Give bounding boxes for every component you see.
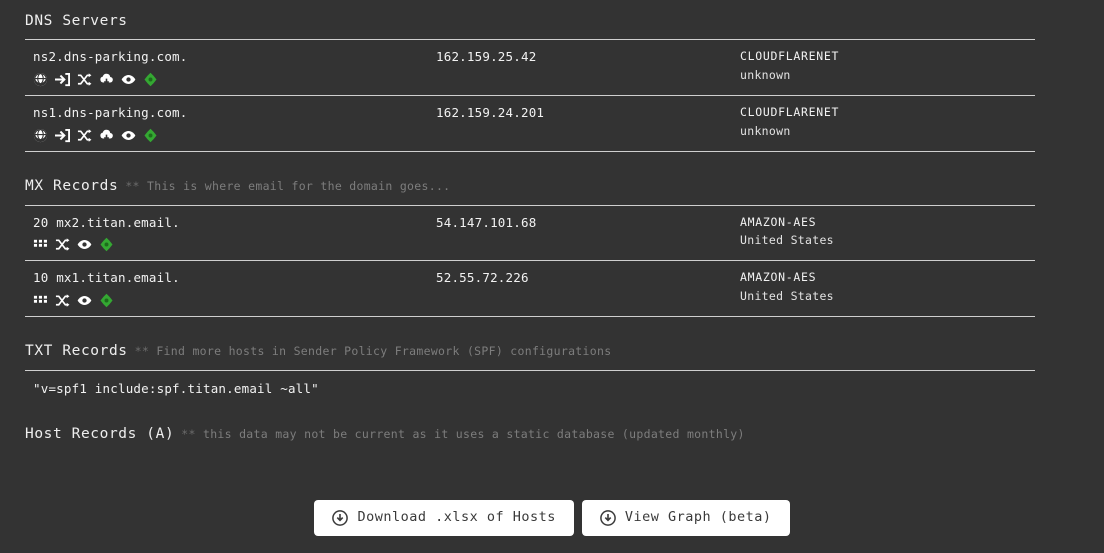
download-circle-icon bbox=[332, 510, 349, 526]
record-location: United States bbox=[740, 288, 834, 303]
txt-records-title: TXT Records bbox=[25, 343, 128, 360]
host-records-title: Host Records (A) bbox=[25, 425, 175, 442]
grid-icon[interactable] bbox=[33, 237, 48, 252]
note-stars: ** bbox=[134, 344, 150, 359]
grid-icon[interactable] bbox=[33, 293, 48, 308]
record-ip: 52.55.72.226 bbox=[436, 270, 529, 286]
globe-icon[interactable] bbox=[33, 128, 48, 143]
crosshair-diamond-icon[interactable] bbox=[99, 237, 114, 252]
txt-records-heading: TXT Records ** Find more hosts in Sender … bbox=[25, 343, 1079, 360]
host-records-heading: Host Records (A) ** this data may not be … bbox=[25, 426, 1079, 443]
eye-icon[interactable] bbox=[121, 128, 136, 143]
download-circle-icon bbox=[600, 510, 616, 526]
record-actions bbox=[33, 71, 436, 87]
record-priority: 20 bbox=[33, 214, 49, 230]
txt-record-value: "v=spf1 include:spf.titan.email ~all" bbox=[33, 380, 319, 396]
download-xlsx-label: Download .xlsx of Hosts bbox=[357, 509, 556, 526]
record-name: 20 mx2.titan.email. bbox=[33, 215, 436, 232]
crosshair-diamond-icon[interactable] bbox=[143, 128, 158, 143]
record-org: AMAZON-AES bbox=[740, 270, 817, 285]
record-org: AMAZON-AES bbox=[740, 214, 817, 229]
cloud-download-icon[interactable] bbox=[99, 128, 114, 143]
record-name-cell: 20 mx2.titan.email. bbox=[25, 215, 436, 253]
record-ip: 162.159.24.201 bbox=[436, 105, 545, 121]
record-actions bbox=[33, 236, 436, 252]
section-txt-records: TXT Records ** Find more hosts in Sender … bbox=[0, 343, 1104, 396]
record-name: ns2.dns-parking.com. bbox=[33, 49, 188, 65]
action-button-bar: Download .xlsx of Hosts View Graph (beta… bbox=[0, 500, 1104, 536]
record-org-cell: AMAZON-AES United States bbox=[740, 215, 1035, 249]
record-location: unknown bbox=[740, 67, 791, 82]
record-name: 10 mx1.titan.email. bbox=[33, 270, 436, 287]
table-row: 10 mx1.titan.email. 52.55.72.226 AMAZON-… bbox=[25, 261, 1035, 318]
dns-lookup-results-page: DNS Servers ns2.dns-parking.com. 162.159… bbox=[0, 0, 1104, 553]
record-ip: 162.159.25.42 bbox=[436, 49, 537, 65]
record-ip-cell: 162.159.24.201 bbox=[436, 105, 740, 122]
section-mx-records: MX Records ** This is where email for the… bbox=[0, 178, 1104, 318]
globe-icon[interactable] bbox=[33, 72, 48, 87]
record-host: mx2.titan.email. bbox=[56, 214, 180, 230]
table-row: ns1.dns-parking.com. 162.159.24.201 CLOU… bbox=[25, 96, 1035, 153]
dns-servers-heading: DNS Servers bbox=[25, 13, 1079, 30]
mx-records-title: MX Records bbox=[25, 178, 119, 195]
record-host: mx1.titan.email. bbox=[56, 270, 180, 286]
note-text: This is where email for the domain goes.… bbox=[147, 179, 451, 194]
eye-icon[interactable] bbox=[121, 72, 136, 87]
crosshair-diamond-icon[interactable] bbox=[143, 72, 158, 87]
record-name: ns1.dns-parking.com. bbox=[33, 105, 188, 121]
record-org-cell: AMAZON-AES United States bbox=[740, 270, 1035, 304]
eye-icon[interactable] bbox=[77, 237, 92, 252]
section-dns-servers: DNS Servers ns2.dns-parking.com. 162.159… bbox=[0, 0, 1104, 153]
record-priority: 10 bbox=[33, 270, 49, 286]
record-ip-cell: 162.159.25.42 bbox=[436, 49, 740, 66]
section-host-records: Host Records (A) ** this data may not be … bbox=[0, 426, 1104, 443]
record-actions bbox=[33, 292, 436, 308]
record-org-cell: CLOUDFLARENET unknown bbox=[740, 105, 1035, 139]
record-ip-cell: 52.55.72.226 bbox=[436, 270, 740, 287]
host-records-note: ** this data may not be current as it us… bbox=[181, 427, 744, 441]
shuffle-icon[interactable] bbox=[55, 237, 70, 252]
record-location: United States bbox=[740, 233, 834, 248]
record-org: CLOUDFLARENET bbox=[740, 49, 840, 64]
record-org-cell: CLOUDFLARENET unknown bbox=[740, 49, 1035, 83]
view-graph-button[interactable]: View Graph (beta) bbox=[581, 500, 790, 536]
record-actions bbox=[33, 127, 436, 143]
record-location: unknown bbox=[740, 123, 791, 138]
shuffle-icon[interactable] bbox=[55, 293, 70, 308]
record-name-cell: 10 mx1.titan.email. bbox=[25, 270, 436, 308]
crosshair-diamond-icon[interactable] bbox=[99, 293, 114, 308]
sign-in-icon[interactable] bbox=[55, 72, 70, 87]
record-ip: 54.147.101.68 bbox=[436, 214, 537, 230]
note-stars: ** bbox=[181, 426, 196, 441]
mx-records-note: ** This is where email for the domain go… bbox=[125, 179, 450, 193]
sign-in-icon[interactable] bbox=[55, 128, 70, 143]
eye-icon[interactable] bbox=[77, 293, 92, 308]
view-graph-label: View Graph (beta) bbox=[624, 509, 772, 526]
mx-records-heading: MX Records ** This is where email for the… bbox=[25, 178, 1079, 195]
table-row: ns2.dns-parking.com. 162.159.25.42 CLOUD… bbox=[25, 40, 1035, 97]
shuffle-icon[interactable] bbox=[77, 72, 92, 87]
record-ip-cell: 54.147.101.68 bbox=[436, 215, 740, 232]
record-name-cell: ns1.dns-parking.com. bbox=[25, 105, 436, 143]
record-name-cell: ns2.dns-parking.com. bbox=[25, 49, 436, 87]
note-text: this data may not be current as it uses … bbox=[202, 426, 745, 441]
note-text: Find more hosts in Sender Policy Framewo… bbox=[156, 344, 612, 359]
shuffle-icon[interactable] bbox=[77, 128, 92, 143]
txt-records-note: ** Find more hosts in Sender Policy Fram… bbox=[135, 344, 612, 358]
note-stars: ** bbox=[125, 179, 140, 194]
cloud-download-icon[interactable] bbox=[99, 72, 114, 87]
dns-servers-title: DNS Servers bbox=[25, 13, 128, 29]
table-row: 20 mx2.titan.email. 54.147.101.68 AMAZON… bbox=[25, 206, 1035, 262]
download-xlsx-button[interactable]: Download .xlsx of Hosts bbox=[314, 500, 574, 536]
record-org: CLOUDFLARENET bbox=[740, 105, 840, 120]
